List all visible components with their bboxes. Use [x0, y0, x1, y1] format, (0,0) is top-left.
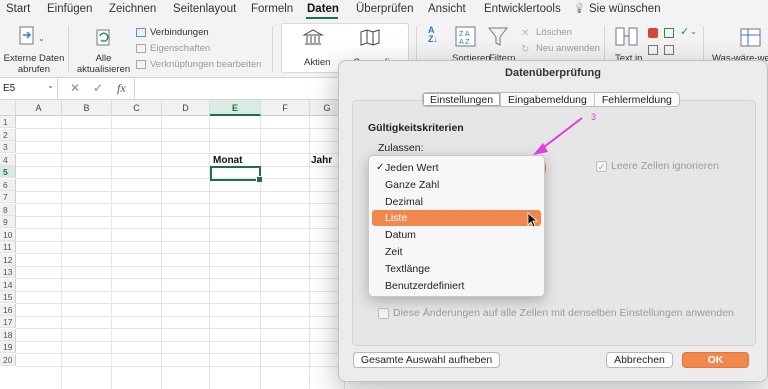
mouse-cursor-icon	[527, 212, 539, 228]
annotation-step-number: 3	[591, 112, 597, 122]
annotation-arrow	[527, 117, 583, 228]
